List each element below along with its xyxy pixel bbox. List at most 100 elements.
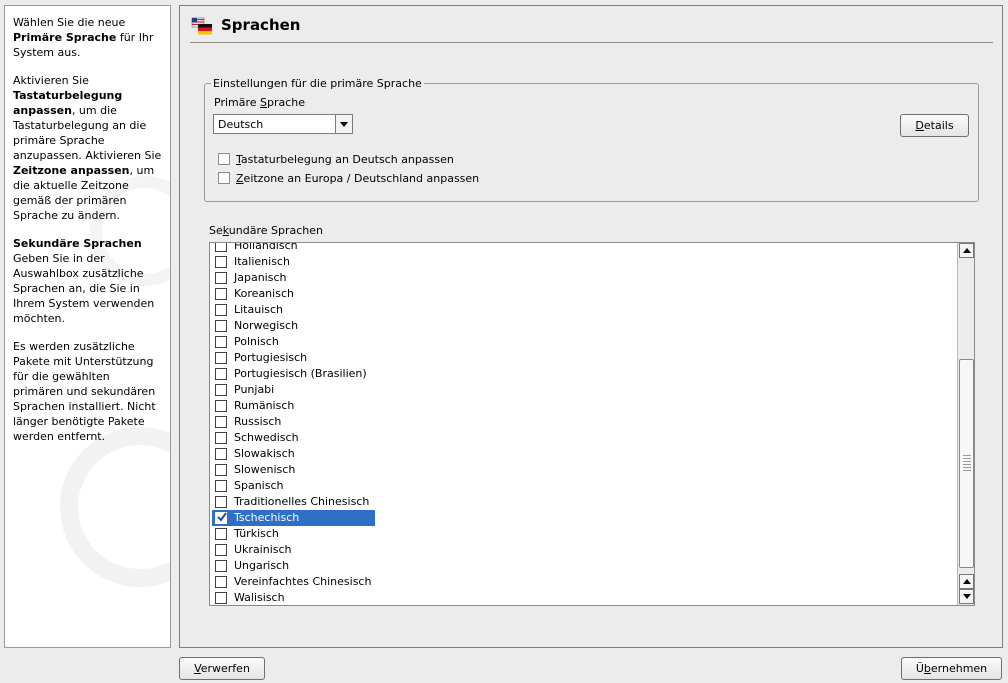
language-name: Russisch — [234, 415, 282, 428]
language-name: Norwegisch — [234, 319, 299, 332]
primary-language-value: Deutsch — [218, 118, 264, 131]
list-item[interactable]: Punjabi — [210, 382, 955, 398]
language-checkbox[interactable] — [215, 480, 227, 492]
language-name: Ungarisch — [234, 559, 290, 572]
list-item[interactable]: Ukrainisch — [210, 542, 955, 558]
help-paragraph: Sekundäre Sprachen Geben Sie in der Ausw… — [13, 237, 155, 325]
primary-language-combo[interactable]: Deutsch — [213, 114, 353, 134]
list-item[interactable]: Japanisch — [210, 270, 955, 286]
main-pane: Sprachen Einstellungen für die primäre S… — [179, 5, 1003, 648]
secondary-languages-label: Sekundäre Sprachen — [209, 224, 323, 237]
chevron-down-icon[interactable] — [335, 115, 352, 133]
language-checkbox[interactable] — [215, 368, 227, 380]
language-checkbox[interactable] — [215, 416, 227, 428]
language-checkbox[interactable] — [215, 464, 227, 476]
flag-icon — [191, 17, 212, 35]
language-name: Tschechisch — [234, 511, 300, 524]
background-decoration — [60, 427, 170, 587]
scroll-thumb[interactable] — [959, 359, 974, 568]
list-item[interactable]: Vereinfachtes Chinesisch — [210, 574, 955, 590]
language-name: Walisisch — [234, 591, 285, 604]
list-item[interactable]: Norwegisch — [210, 318, 955, 334]
title-bar: Sprachen — [190, 10, 993, 43]
language-name: Italienisch — [234, 255, 290, 268]
discard-button[interactable]: Verwerfen — [179, 657, 265, 680]
language-checkbox[interactable] — [215, 400, 227, 412]
language-checkbox[interactable] — [215, 560, 227, 572]
language-checkbox[interactable] — [215, 544, 227, 556]
language-checkbox[interactable] — [215, 592, 227, 604]
language-name: Traditionelles Chinesisch — [234, 495, 370, 508]
vertical-scrollbar[interactable] — [957, 243, 974, 605]
list-item[interactable]: Slowakisch — [210, 446, 955, 462]
language-checkbox[interactable] — [215, 320, 227, 332]
list-item[interactable]: Türkisch — [210, 526, 955, 542]
language-name: Türkisch — [234, 527, 279, 540]
list-item[interactable]: Portugiesisch — [210, 350, 955, 366]
language-checkbox[interactable] — [215, 512, 227, 524]
list-item[interactable]: Traditionelles Chinesisch — [210, 494, 955, 510]
language-name: Portugiesisch (Brasilien) — [234, 367, 367, 380]
language-checkbox[interactable] — [215, 336, 227, 348]
language-name: Rumänisch — [234, 399, 295, 412]
language-checkbox[interactable] — [215, 448, 227, 460]
language-checkbox[interactable] — [215, 528, 227, 540]
language-list-items: Holländisch Italienisch Japanisch Koreanisc… — [210, 242, 955, 605]
list-item[interactable]: Litauisch — [210, 302, 955, 318]
help-paragraph: Aktivieren Sie Tastaturbelegung anpassen… — [13, 74, 162, 222]
language-name: Japanisch — [234, 271, 287, 284]
scroll-up-icon[interactable] — [959, 574, 974, 589]
language-name: Vereinfachtes Chinesisch — [234, 575, 372, 588]
timezone-checkbox[interactable] — [218, 172, 230, 184]
primary-language-label: Primäre Sprache — [214, 96, 306, 109]
list-item[interactable]: Italienisch — [210, 254, 955, 270]
language-checkbox[interactable] — [215, 256, 227, 268]
language-checkbox[interactable] — [215, 304, 227, 316]
language-name: Portugiesisch — [234, 351, 308, 364]
language-name: Schwedisch — [234, 431, 299, 444]
list-item[interactable]: Ungarisch — [210, 558, 955, 574]
language-name: Slowenisch — [234, 463, 296, 476]
keyboard-checkbox[interactable] — [218, 153, 230, 165]
language-checkbox[interactable] — [215, 272, 227, 284]
list-item[interactable]: Spanisch — [210, 478, 955, 494]
details-button[interactable]: Details — [900, 114, 969, 137]
list-item[interactable]: Holländisch — [210, 242, 955, 254]
language-checkbox[interactable] — [215, 288, 227, 300]
language-name: Koreanisch — [234, 287, 294, 300]
language-checkbox[interactable] — [215, 432, 227, 444]
list-item[interactable]: Schwedisch — [210, 430, 955, 446]
scroll-up-icon[interactable] — [959, 243, 974, 258]
list-item[interactable]: Slowenisch — [210, 462, 955, 478]
language-name: Slowakisch — [234, 447, 295, 460]
list-item[interactable]: Polnisch — [210, 334, 955, 350]
check-icon — [217, 512, 227, 522]
language-checkbox[interactable] — [215, 352, 227, 364]
keyboard-checkbox-label[interactable]: Tastaturbelegung an Deutsch anpassen — [236, 153, 454, 166]
language-checkbox[interactable] — [215, 384, 227, 396]
secondary-languages-list[interactable]: Holländisch Italienisch Japanisch Koreanisc… — [209, 242, 975, 606]
grip-icon — [963, 455, 971, 473]
list-item[interactable]: Portugiesisch (Brasilien) — [210, 366, 955, 382]
page-title: Sprachen — [221, 16, 301, 34]
language-checkbox[interactable] — [215, 496, 227, 508]
timezone-checkbox-label[interactable]: Zeitzone an Europa / Deutschland anpasse… — [236, 172, 479, 185]
primary-group-label: Einstellungen für die primäre Sprache — [213, 77, 422, 90]
language-checkbox[interactable] — [215, 576, 227, 588]
help-pane: Wählen Sie die neue Primäre Sprache für … — [4, 5, 171, 648]
list-item[interactable]: Russisch — [210, 414, 955, 430]
accept-button[interactable]: Übernehmen — [901, 657, 1002, 680]
language-name: Polnisch — [234, 335, 279, 348]
list-item[interactable]: Rumänisch — [210, 398, 955, 414]
list-item[interactable]: Koreanisch — [210, 286, 955, 302]
language-name: Holländisch — [234, 242, 298, 252]
help-paragraph: Wählen Sie die neue Primäre Sprache für … — [13, 16, 154, 59]
language-name: Litauisch — [234, 303, 284, 316]
language-name: Ukrainisch — [234, 543, 292, 556]
list-item[interactable]: Walisisch — [210, 590, 955, 605]
scroll-down-icon[interactable] — [959, 589, 974, 604]
help-paragraph: Es werden zusätzliche Pakete mit Unterst… — [13, 340, 156, 443]
language-name: Spanisch — [234, 479, 284, 492]
list-item[interactable]: Tschechisch — [210, 510, 955, 526]
language-checkbox[interactable] — [215, 243, 227, 252]
